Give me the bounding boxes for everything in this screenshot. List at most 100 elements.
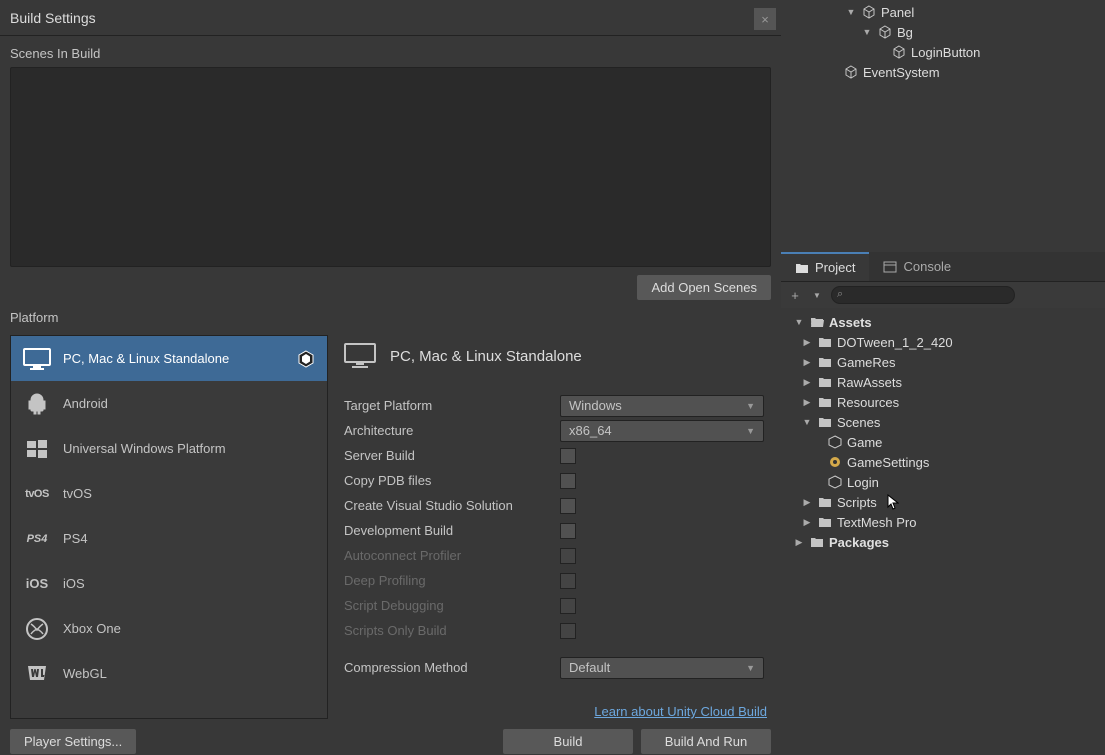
ps4-icon: PS4 [23, 527, 51, 551]
close-button[interactable]: × [754, 8, 776, 30]
platform-label: Platform [0, 300, 781, 331]
unity-scene-icon [827, 434, 843, 450]
hierarchy-item[interactable]: EventSystem [781, 62, 1105, 82]
project-folder[interactable]: ▶DOTween_1_2_420 [781, 332, 1105, 352]
tvos-icon: tvOS [23, 482, 51, 506]
project-folder-packages[interactable]: ▶Packages [781, 532, 1105, 552]
chevron-down-icon[interactable]: ▼ [809, 287, 825, 303]
project-asset[interactable]: GameSettings [781, 452, 1105, 472]
build-settings-dialog: Build Settings × Scenes In Build Add Ope… [0, 0, 781, 755]
unity-scene-icon [827, 474, 843, 490]
project-search-input[interactable] [831, 286, 1015, 304]
project-folder[interactable]: ▶GameRes [781, 352, 1105, 372]
platform-detail-title: PC, Mac & Linux Standalone [390, 348, 582, 365]
server-build-checkbox[interactable] [560, 448, 576, 464]
platform-item-tvos[interactable]: tvOS tvOS [11, 471, 327, 516]
platform-label: Android [63, 396, 108, 411]
architecture-dropdown[interactable]: x86_64▼ [560, 420, 764, 442]
unity-logo-icon [297, 350, 315, 368]
platform-item-xbox[interactable]: Xbox One [11, 606, 327, 651]
cube-icon [861, 4, 877, 20]
project-scene[interactable]: Game [781, 432, 1105, 452]
console-icon [883, 261, 897, 273]
platform-item-standalone[interactable]: PC, Mac & Linux Standalone [11, 336, 327, 381]
target-platform-dropdown[interactable]: Windows▼ [560, 395, 764, 417]
target-platform-label: Target Platform [344, 398, 560, 413]
android-icon [23, 392, 51, 416]
expand-toggle[interactable]: ▶ [801, 497, 813, 508]
dialog-title: Build Settings [10, 10, 96, 26]
folder-icon [795, 262, 809, 274]
dev-build-label: Development Build [344, 523, 560, 538]
plus-icon[interactable]: + [787, 287, 803, 303]
platform-item-ps4[interactable]: PS4 PS4 [11, 516, 327, 561]
collapse-toggle[interactable]: ▼ [845, 7, 857, 17]
folder-icon [817, 494, 833, 510]
build-button[interactable]: Build [503, 729, 633, 754]
project-folder-assets[interactable]: ▼ Assets [781, 312, 1105, 332]
expand-toggle[interactable]: ▶ [801, 517, 813, 528]
collapse-toggle[interactable]: ▼ [801, 417, 813, 427]
compression-dropdown[interactable]: Default▼ [560, 657, 764, 679]
platform-label: Universal Windows Platform [63, 441, 226, 456]
platform-label: PS4 [63, 531, 88, 546]
tab-project[interactable]: Project [781, 252, 869, 281]
cube-icon [877, 24, 893, 40]
monitor-icon [344, 343, 376, 369]
project-folder[interactable]: ▶Resources [781, 392, 1105, 412]
expand-toggle[interactable]: ▶ [801, 377, 813, 388]
side-panel: ▼ Panel ▼ Bg LoginButton EventSystem Pro… [781, 0, 1105, 755]
project-folder[interactable]: ▶RawAssets [781, 372, 1105, 392]
collapse-toggle[interactable]: ▼ [861, 27, 873, 37]
chevron-down-icon: ▼ [746, 663, 755, 673]
folder-icon [817, 354, 833, 370]
folder-icon [817, 514, 833, 530]
project-folder[interactable]: ▶TextMesh Pro [781, 512, 1105, 532]
project-folder-scenes[interactable]: ▼Scenes [781, 412, 1105, 432]
script-debugging-label: Script Debugging [344, 598, 560, 613]
copy-pdb-label: Copy PDB files [344, 473, 560, 488]
script-debugging-checkbox [560, 598, 576, 614]
expand-toggle[interactable]: ▶ [801, 397, 813, 408]
scripts-only-checkbox [560, 623, 576, 639]
cube-icon [891, 44, 907, 60]
cloud-build-link[interactable]: Learn about Unity Cloud Build [594, 704, 767, 719]
copy-pdb-checkbox[interactable] [560, 473, 576, 489]
platform-item-webgl[interactable]: WebGL [11, 651, 327, 696]
cursor-icon [887, 494, 899, 510]
expand-toggle[interactable]: ▶ [793, 537, 805, 548]
project-scene[interactable]: Login [781, 472, 1105, 492]
scenes-list-box[interactable] [10, 67, 771, 267]
platform-detail-panel: PC, Mac & Linux Standalone Target Platfo… [344, 335, 771, 719]
dev-build-checkbox[interactable] [560, 523, 576, 539]
hierarchy-item[interactable]: ▼ Panel [781, 2, 1105, 22]
hierarchy-item[interactable]: ▼ Bg [781, 22, 1105, 42]
cube-icon [843, 64, 859, 80]
platform-item-uwp[interactable]: Universal Windows Platform [11, 426, 327, 471]
architecture-label: Architecture [344, 423, 560, 438]
webgl-icon [23, 662, 51, 686]
project-toolbar: + ▼ ⌕ [781, 282, 1105, 308]
windows-icon [23, 437, 51, 461]
deep-profiling-label: Deep Profiling [344, 573, 560, 588]
folder-icon [817, 394, 833, 410]
scenes-in-build-label: Scenes In Build [0, 36, 781, 67]
build-and-run-button[interactable]: Build And Run [641, 729, 771, 754]
project-folder[interactable]: ▶Scripts [781, 492, 1105, 512]
platform-label: PC, Mac & Linux Standalone [63, 351, 229, 366]
create-vs-label: Create Visual Studio Solution [344, 498, 560, 513]
add-open-scenes-button[interactable]: Add Open Scenes [637, 275, 771, 300]
folder-open-icon [809, 314, 825, 330]
tab-console[interactable]: Console [869, 252, 965, 281]
platform-item-ios[interactable]: iOS iOS [11, 561, 327, 606]
player-settings-button[interactable]: Player Settings... [10, 729, 136, 754]
hierarchy-item[interactable]: LoginButton [781, 42, 1105, 62]
folder-icon [817, 374, 833, 390]
titlebar: Build Settings × [0, 0, 781, 36]
collapse-toggle[interactable]: ▼ [793, 317, 805, 327]
platform-item-android[interactable]: Android [11, 381, 327, 426]
expand-toggle[interactable]: ▶ [801, 337, 813, 348]
compression-label: Compression Method [344, 660, 560, 675]
expand-toggle[interactable]: ▶ [801, 357, 813, 368]
create-vs-checkbox[interactable] [560, 498, 576, 514]
